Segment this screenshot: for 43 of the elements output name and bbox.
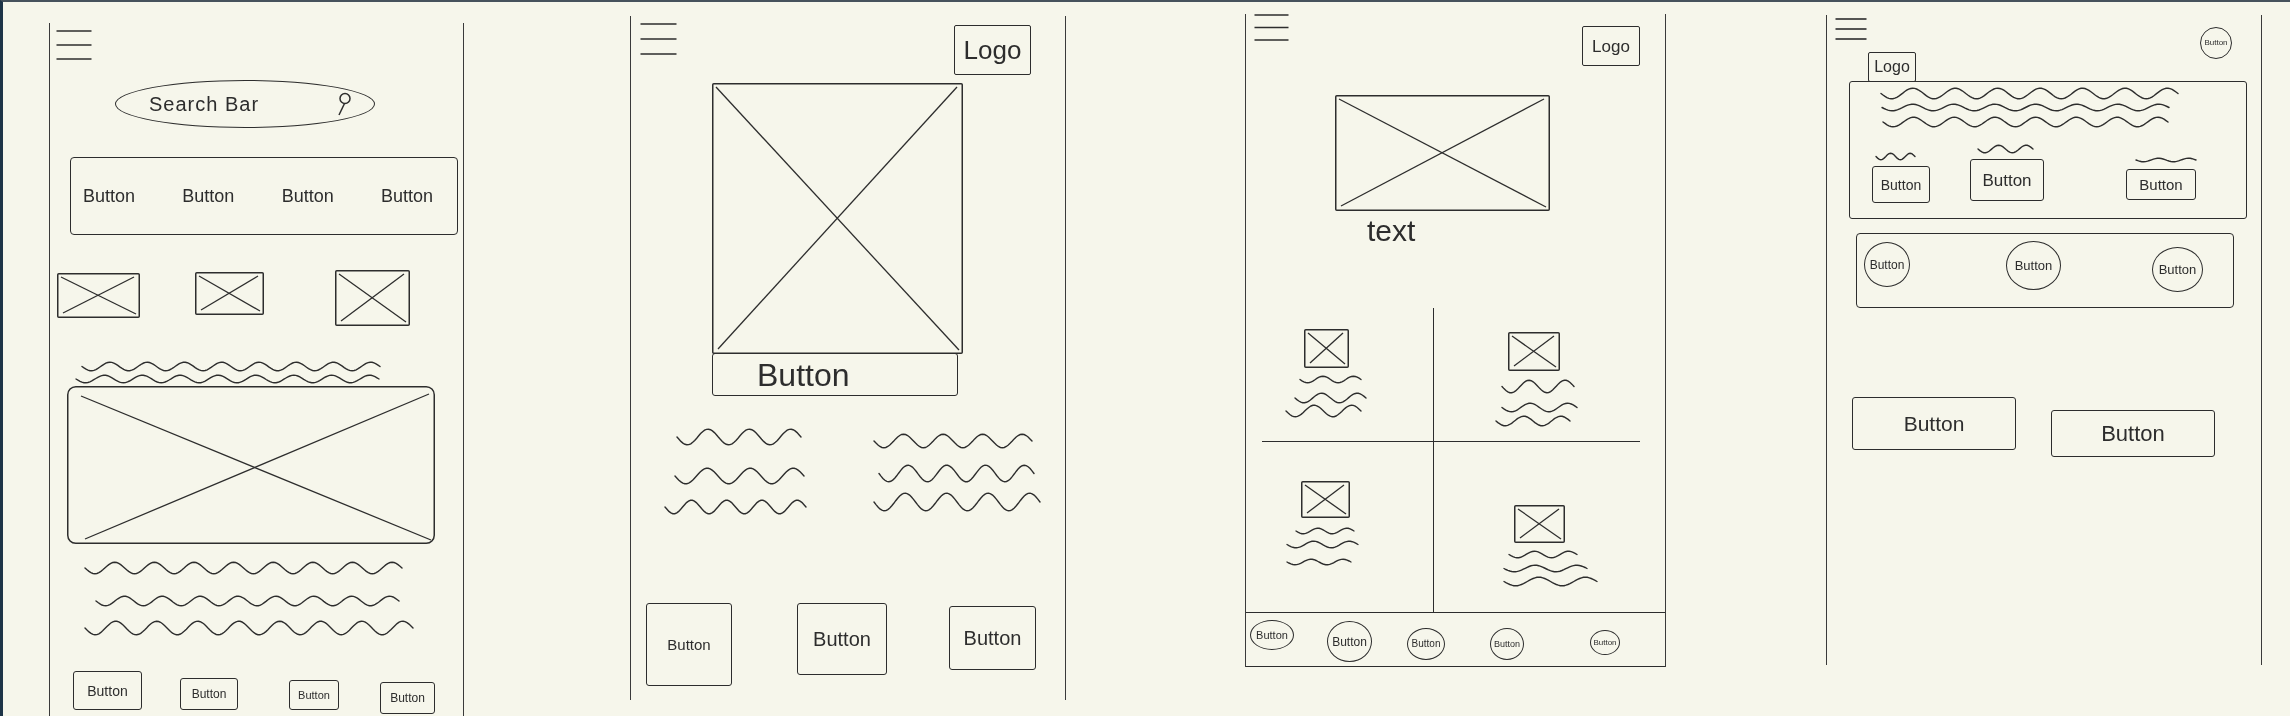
tab-button[interactable]: Button	[1327, 621, 1372, 662]
squiggle-line	[2135, 157, 2197, 163]
menu-icon[interactable]	[56, 30, 92, 60]
squiggle-line	[1875, 152, 1916, 161]
squiggle-line	[1286, 558, 1352, 566]
image-caption: text	[1367, 216, 1416, 246]
menu-icon[interactable]	[640, 23, 677, 55]
squiggle-line	[1977, 144, 2034, 154]
nav-button[interactable]: Button	[279, 181, 336, 211]
footer-button[interactable]: Button	[949, 606, 1036, 670]
menu-icon[interactable]	[1835, 18, 1867, 40]
image-placeholder-icon	[57, 273, 140, 318]
image-placeholder-icon	[1304, 329, 1349, 368]
image-placeholder-icon	[1514, 505, 1565, 543]
menu-icon[interactable]	[1254, 14, 1289, 41]
action-button[interactable]: Button	[2051, 410, 2215, 457]
logo: Logo	[1868, 52, 1916, 82]
footer-button[interactable]: Button	[289, 680, 339, 710]
image-placeholder-icon	[1301, 481, 1350, 518]
nav-button[interactable]: Button	[379, 181, 435, 211]
footer-button[interactable]: Button	[180, 678, 238, 710]
nav-button[interactable]: Button	[180, 181, 237, 211]
card-button[interactable]: Button	[1970, 159, 2044, 201]
squiggle-line	[1508, 550, 1578, 559]
action-button[interactable]: Button	[1852, 397, 2016, 450]
footer-button[interactable]: Button	[73, 671, 142, 710]
logo: Logo	[1582, 26, 1640, 66]
squiggle-line	[1299, 375, 1362, 384]
search-icon[interactable]	[337, 92, 351, 116]
round-button[interactable]: Button	[2006, 241, 2061, 290]
nav-button[interactable]: Button	[81, 181, 137, 211]
footer-button[interactable]: Button	[797, 603, 887, 675]
card-button[interactable]: Button	[1872, 166, 1930, 203]
footer-button[interactable]: Button	[646, 603, 732, 686]
footer-button[interactable]: Button	[380, 682, 435, 714]
image-placeholder-icon	[335, 270, 410, 326]
hero-button[interactable]: Button	[712, 353, 958, 396]
squiggle-line	[1295, 527, 1355, 535]
image-placeholder-icon	[1508, 332, 1560, 371]
search-field[interactable]: Search Bar	[115, 80, 375, 128]
logo: Logo	[954, 25, 1031, 75]
card-button[interactable]: Button	[2126, 169, 2196, 200]
image-placeholder-icon	[195, 272, 264, 315]
